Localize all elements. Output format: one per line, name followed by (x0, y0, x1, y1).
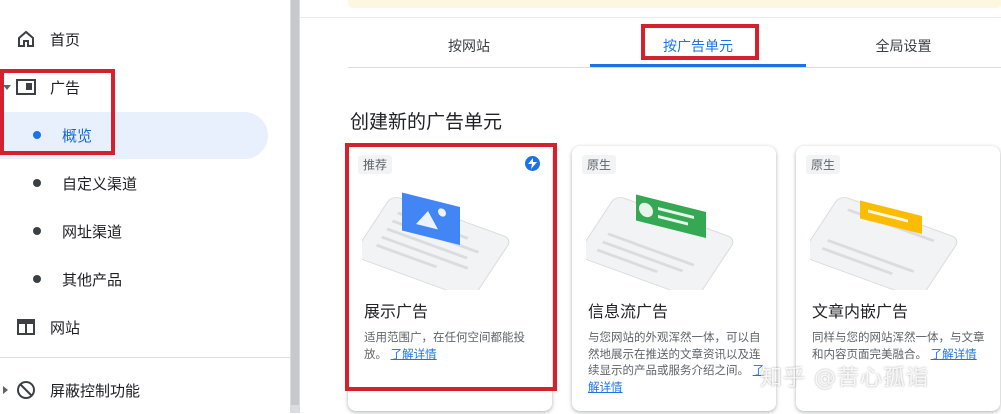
main-content: 按网站 按广告单元 全局设置 创建新的广告单元 推荐 展示广告 适用范围广，在任… (300, 0, 1001, 413)
card-description: 同样与您的网站浑然一体，与文章和内容页面完美融合。 了解详情 (812, 329, 992, 362)
sidebar-item-label: 网址渠道 (62, 222, 123, 241)
sidebar-item-label: 自定义渠道 (62, 174, 138, 193)
sidebar-item-label: 其他产品 (62, 270, 123, 289)
bullet-dot-icon (33, 227, 41, 235)
notice-banner (348, 0, 1001, 8)
annotation-highlight-box (0, 69, 115, 155)
tab-label: 按网站 (448, 39, 490, 55)
tab-label: 全局设置 (875, 39, 932, 55)
sidebar-item-label: 首页 (50, 30, 81, 49)
in-article-ad-illustration (810, 197, 958, 290)
sites-icon (16, 317, 36, 337)
sidebar-item-home[interactable]: 首页 (0, 15, 290, 63)
sidebar-item-label: 网站 (50, 318, 81, 337)
home-icon (16, 29, 36, 49)
bullet-dot-icon (33, 179, 41, 187)
sidebar-divider (0, 357, 290, 358)
block-icon (16, 380, 36, 400)
card-description: 与您网站的外观浑然一体，可以自然地展示在推送的文章资讯以及连续显示的产品或服务介… (588, 329, 768, 395)
ad-unit-card-in-feed[interactable]: 原生 信息流广告 与您网站的外观浑然一体，可以自然地展示在推送的文章资讯以及连续… (572, 146, 776, 411)
sidebar-item-url-channels[interactable]: 网址渠道 (0, 207, 290, 255)
sidebar-scrollbar[interactable] (290, 0, 300, 413)
section-title: 创建新的广告单元 (350, 111, 503, 133)
sidebar-item-other-products[interactable]: 其他产品 (0, 255, 290, 303)
chevron-right-icon (3, 386, 8, 394)
sidebar-item-sites[interactable]: 网站 (0, 303, 290, 351)
annotation-highlight-box (641, 24, 759, 60)
in-feed-ad-illustration (586, 194, 734, 290)
card-tag: 原生 (806, 155, 841, 174)
bullet-dot-icon (33, 275, 41, 283)
watermark: 知乎 @苦心孤诣 (760, 366, 929, 391)
sidebar-item-blocking-controls[interactable]: 屏蔽控制功能 (0, 366, 290, 414)
active-tab-indicator (590, 64, 806, 67)
annotation-highlight-box (345, 143, 557, 391)
card-tag: 原生 (582, 155, 617, 174)
sidebar: 首页 广告 概览 自定义渠道 网址渠道 其他产品 网站 屏蔽控制功能 (0, 0, 290, 413)
sidebar-item-custom-channels[interactable]: 自定义渠道 (0, 159, 290, 207)
learn-more-link[interactable]: 了解详情 (931, 347, 977, 361)
card-title: 文章内嵌广告 (812, 302, 909, 321)
tab-by-site[interactable]: 按网站 (348, 25, 590, 67)
header-divider (300, 17, 1001, 18)
tab-global-settings[interactable]: 全局设置 (806, 25, 1001, 67)
card-desc-text: 与您网站的外观浑然一体，可以自然地展示在推送的文章资讯以及连续显示的产品或服务介… (588, 330, 761, 377)
scrollbar-thumb[interactable] (291, 0, 299, 405)
card-title: 信息流广告 (588, 302, 669, 321)
sidebar-item-label: 屏蔽控制功能 (50, 381, 141, 400)
